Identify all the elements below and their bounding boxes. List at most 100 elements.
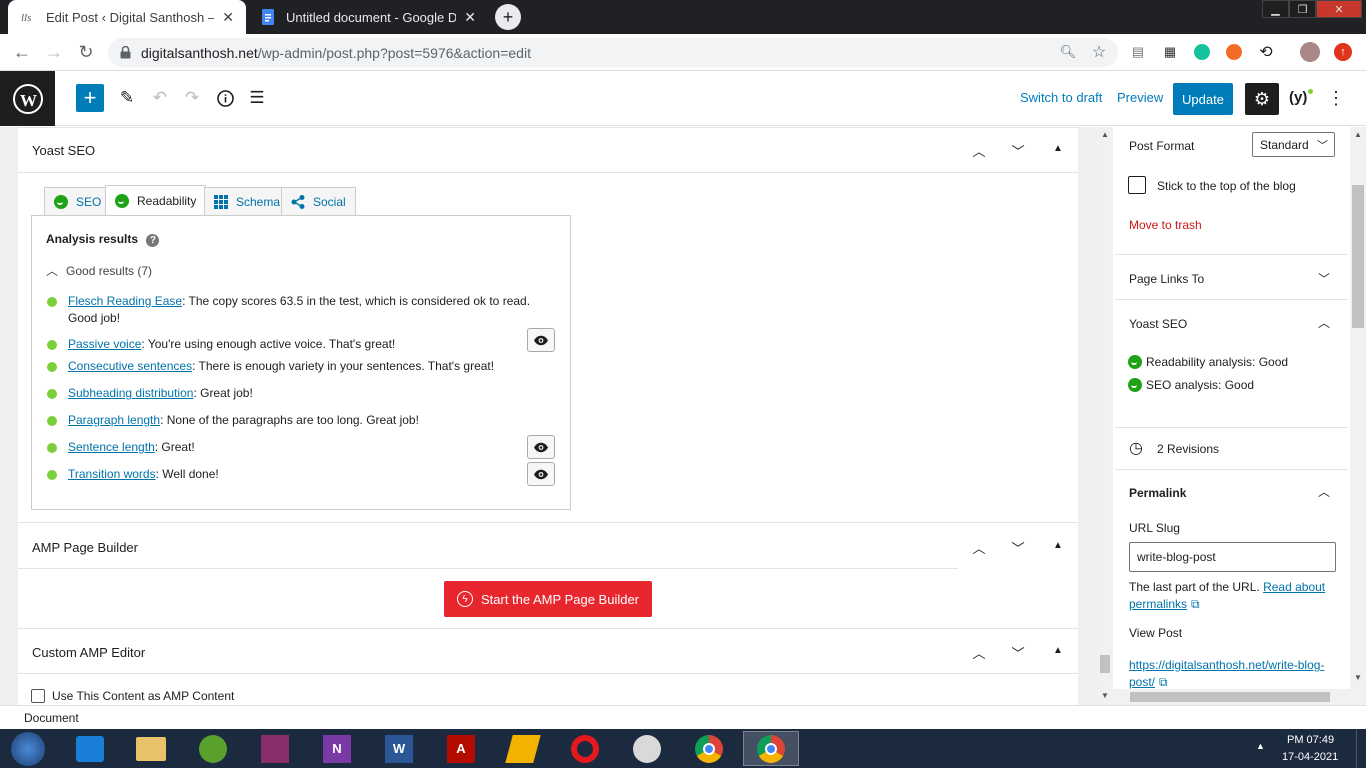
chevron-up-icon[interactable]: ︿	[1318, 314, 1330, 331]
move-down-icon[interactable]: ﹀	[1008, 140, 1028, 160]
result-link[interactable]: Passive voice	[68, 337, 141, 351]
settings-gear-icon[interactable]: ⚙	[1245, 83, 1279, 115]
scrollbar-thumb[interactable]	[1352, 185, 1364, 328]
new-tab-button[interactable]: +	[495, 4, 521, 30]
scroll-down-arrow-icon[interactable]: ▼	[1101, 691, 1109, 700]
close-tab-icon[interactable]: ✕	[222, 9, 234, 26]
tab-seo[interactable]: SEO	[44, 187, 112, 216]
address-bar[interactable]: digitalsanthosh.net/wp-admin/post.php?po…	[108, 38, 1118, 67]
revisions-link[interactable]: 2 Revisions	[1157, 442, 1219, 456]
winrar-icon[interactable]	[247, 731, 303, 766]
grammarly-icon[interactable]	[1192, 42, 1212, 62]
word-icon[interactable]: W	[371, 731, 427, 766]
result-link[interactable]: Subheading distribution	[68, 386, 193, 400]
opera-icon[interactable]	[557, 731, 613, 766]
result-link[interactable]: Consecutive sentences	[68, 359, 192, 373]
zoom-icon[interactable]: 🔍︎	[1058, 42, 1078, 62]
wordpress-logo-icon[interactable]: W	[0, 71, 55, 126]
highlight-eye-button[interactable]	[527, 328, 555, 352]
scroll-up-arrow-icon[interactable]: ▲	[1354, 130, 1362, 139]
url-slug-input[interactable]	[1129, 542, 1336, 572]
app-icon[interactable]	[185, 731, 241, 766]
more-options-icon[interactable]: ⋮	[1327, 88, 1345, 108]
sidebar-scrollbar[interactable]: ▲ ▼	[1350, 127, 1366, 689]
collapse-panel-icon[interactable]: ▲	[1048, 640, 1068, 660]
qr-extension-icon[interactable]: ▦	[1160, 42, 1180, 62]
sidebar-horizontal-scrollbar[interactable]	[1113, 689, 1366, 705]
result-link[interactable]: Sentence length	[68, 440, 155, 454]
chevron-up-icon[interactable]: ︿	[1318, 483, 1330, 500]
help-icon[interactable]: ?	[146, 234, 160, 247]
browser-tab-docs[interactable]: Untitled document - Google Doc ✕	[248, 0, 488, 34]
collapse-panel-icon[interactable]: ▲	[1048, 535, 1068, 555]
tray-expand-icon[interactable]: ▲	[1256, 741, 1265, 751]
post-format-select[interactable]: Standard ﹀	[1252, 132, 1335, 157]
result-link[interactable]: Flesch Reading Ease	[68, 294, 182, 308]
extension-icon[interactable]: ▤	[1128, 42, 1148, 62]
close-tab-icon[interactable]: ✕	[464, 9, 476, 26]
tab-schema[interactable]: Schema	[204, 187, 291, 216]
chevron-down-icon[interactable]: ﹀	[1318, 270, 1330, 287]
move-down-icon[interactable]: ﹀	[1008, 537, 1028, 557]
forward-icon[interactable]: →	[39, 34, 69, 71]
edit-pencil-icon[interactable]: ✎	[113, 84, 141, 112]
onenote-icon[interactable]: N	[309, 731, 365, 766]
window-close-icon[interactable]: ✕	[1316, 0, 1362, 18]
snipping-app-icon[interactable]	[62, 731, 118, 766]
move-up-icon[interactable]: ︿	[969, 537, 989, 557]
windows-start-button[interactable]	[0, 731, 56, 766]
show-desktop-button[interactable]	[1356, 729, 1366, 768]
update-button[interactable]: Update	[1173, 83, 1233, 115]
clock-time[interactable]: PM 07:49	[1287, 734, 1334, 746]
list-view-icon[interactable]: ☰	[243, 84, 271, 112]
revisions-section[interactable]	[1115, 428, 1348, 470]
scrollbar-thumb[interactable]	[1100, 655, 1110, 673]
restore-icon[interactable]: ❐	[1289, 0, 1316, 18]
highlight-eye-button[interactable]	[527, 462, 555, 486]
reload-icon[interactable]: ↻	[71, 34, 101, 71]
back-icon[interactable]: ←	[7, 34, 37, 71]
yoast-icon[interactable]: (y)	[1289, 89, 1317, 109]
bookmark-star-icon[interactable]: ☆	[1089, 42, 1109, 62]
start-amp-builder-button[interactable]: ϟ Start the AMP Page Builder	[444, 581, 652, 617]
sync-extension-icon[interactable]: ⟲	[1256, 42, 1276, 62]
preview-link[interactable]: Preview	[1117, 90, 1163, 105]
profile-avatar[interactable]	[1300, 42, 1320, 62]
info-icon[interactable]	[211, 84, 239, 112]
chrome-icon[interactable]	[681, 731, 737, 766]
scroll-down-arrow-icon[interactable]: ▼	[1354, 673, 1362, 682]
scrollbar-thumb[interactable]	[1130, 692, 1330, 702]
honey-icon[interactable]	[1224, 42, 1244, 62]
chrome-active-icon[interactable]	[743, 731, 799, 766]
good-smiley-icon	[54, 195, 68, 209]
minimize-icon[interactable]: ▁	[1262, 0, 1289, 18]
file-explorer-icon[interactable]	[123, 731, 179, 766]
redo-icon[interactable]: ↷	[178, 84, 206, 112]
use-amp-content-checkbox[interactable]	[31, 689, 45, 703]
switch-to-draft-link[interactable]: Switch to draft	[1020, 90, 1102, 105]
move-to-trash-link[interactable]: Move to trash	[1129, 218, 1202, 232]
sticky-checkbox[interactable]	[1128, 176, 1146, 194]
main-scrollbar[interactable]: ▲ ▼	[1097, 127, 1113, 705]
undo-icon[interactable]: ↶	[146, 84, 174, 112]
highlight-eye-button[interactable]	[527, 435, 555, 459]
tab-social[interactable]: Social	[281, 187, 356, 216]
add-block-button[interactable]: +	[76, 84, 104, 112]
good-results-toggle[interactable]: ︿ Good results (7)	[46, 262, 152, 279]
move-up-icon[interactable]: ︿	[969, 642, 989, 662]
block-breadcrumb[interactable]: Document	[24, 711, 79, 725]
result-link[interactable]: Paragraph length	[68, 413, 160, 427]
clock-date[interactable]: 17-04-2021	[1282, 751, 1338, 763]
move-down-icon[interactable]: ﹀	[1008, 642, 1028, 662]
update-available-icon[interactable]: ↑	[1333, 42, 1353, 62]
browser-tab-wp[interactable]: lls Edit Post ‹ Digital Santhosh — W ✕	[8, 0, 246, 34]
url-path: /wp-admin/post.php?post=5976&action=edit	[257, 44, 531, 61]
move-up-icon[interactable]: ︿	[969, 140, 989, 160]
result-link[interactable]: Transition words	[68, 467, 156, 481]
scroll-up-arrow-icon[interactable]: ▲	[1101, 130, 1109, 139]
collapse-panel-icon[interactable]: ▲	[1048, 138, 1068, 158]
app-icon[interactable]	[495, 731, 551, 766]
acrobat-icon[interactable]: A	[433, 731, 489, 766]
tab-readability[interactable]: Readability	[105, 185, 207, 215]
snipping-tool-icon[interactable]	[619, 731, 675, 766]
